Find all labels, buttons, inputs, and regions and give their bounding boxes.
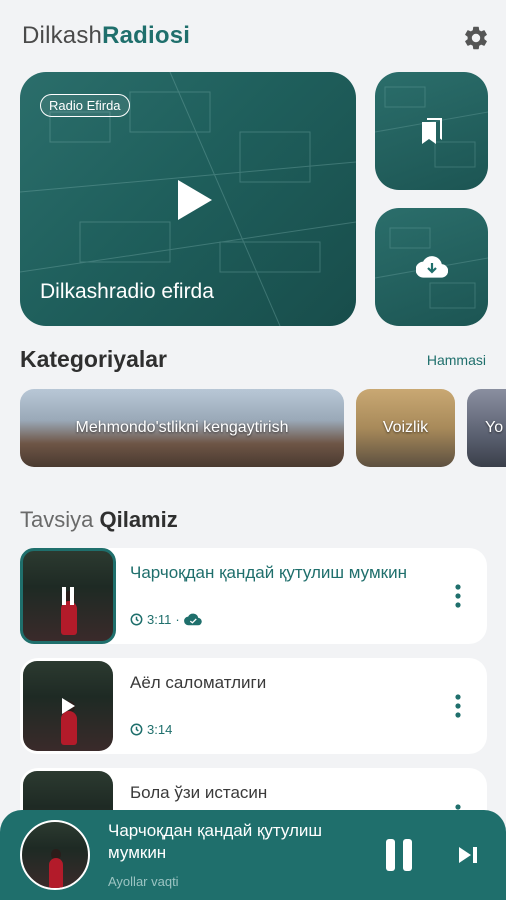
figure-body — [49, 858, 63, 888]
live-radio-title: Dilkashradio efirda — [40, 280, 214, 303]
mini-player[interactable]: Чарчоқдан қандай қутулиш мумкин Ayollar … — [0, 810, 506, 900]
player-title: Чарчоқдан қандай қутулиш мумкин — [108, 821, 323, 862]
play-icon — [62, 698, 75, 714]
player-subtitle: Ayollar vaqti — [108, 874, 179, 889]
category-card[interactable]: Mehmondo'stlikni kengaytirish — [20, 389, 344, 467]
track-duration: 3:14 — [147, 722, 173, 737]
skip-next-icon[interactable] — [457, 846, 479, 864]
app-title: DilkashRadiosi — [22, 22, 190, 50]
downloads-tile[interactable] — [375, 208, 488, 326]
recommend-title-bold: Qilamiz — [99, 507, 178, 532]
bookmarks-tile[interactable] — [375, 72, 488, 190]
track-title: Бола ўзи истасин — [130, 783, 268, 802]
gear-icon[interactable] — [462, 24, 490, 52]
clock-icon — [130, 613, 143, 626]
live-radio-card[interactable]: Radio Efirda Dilkashradio efirda — [20, 72, 356, 326]
cloud-download-icon — [415, 256, 448, 278]
live-badge: Radio Efirda — [40, 94, 130, 117]
clock-icon — [130, 723, 143, 736]
brand-light: Dilkash — [22, 22, 103, 49]
category-label: Yo — [485, 419, 504, 436]
more-options-icon[interactable] — [455, 584, 461, 608]
player-cover — [20, 820, 90, 890]
recommend-title: Tavsiya Qilamiz — [20, 507, 178, 533]
track-meta: 3:14 — [130, 722, 172, 737]
category-card[interactable]: Yo — [467, 389, 506, 467]
categories-carousel[interactable]: Mehmondo'stlikni kengaytirish Voizlik Yo — [20, 389, 506, 467]
figure-body — [61, 711, 77, 745]
cloud-downloaded-icon — [183, 613, 202, 626]
bookmarks-icon — [421, 118, 442, 144]
more-options-icon[interactable] — [455, 694, 461, 718]
pause-icon[interactable] — [383, 838, 415, 872]
see-all-link[interactable]: Hammasi — [427, 352, 486, 368]
track-title: Аёл саломатлиги — [130, 673, 267, 692]
track-meta: 3:11 · — [130, 612, 202, 627]
app-header: DilkashRadiosi — [22, 20, 490, 56]
category-card[interactable]: Voizlik — [356, 389, 455, 467]
track-thumbnail[interactable] — [20, 548, 116, 644]
categories-title: Kategoriyalar — [20, 346, 168, 372]
track-card[interactable]: Чарчоқдан қандай қутулиш мумкин 3:11 · — [20, 548, 487, 644]
play-icon[interactable] — [174, 178, 214, 222]
brand-bold: Radiosi — [102, 22, 191, 49]
category-label: Mehmondo'stlikni kengaytirish — [75, 419, 289, 436]
recommend-title-light: Tavsiya — [20, 507, 94, 532]
track-duration: 3:11 — [147, 612, 172, 627]
track-title: Чарчоқдан қандай қутулиш мумкин — [130, 563, 407, 582]
meta-separator: · — [175, 612, 180, 627]
track-card[interactable]: Аёл саломатлиги 3:14 — [20, 658, 487, 754]
figure-body — [61, 601, 77, 635]
track-thumbnail[interactable] — [23, 661, 113, 751]
category-label: Voizlik — [382, 419, 429, 436]
pause-icon — [62, 587, 74, 605]
